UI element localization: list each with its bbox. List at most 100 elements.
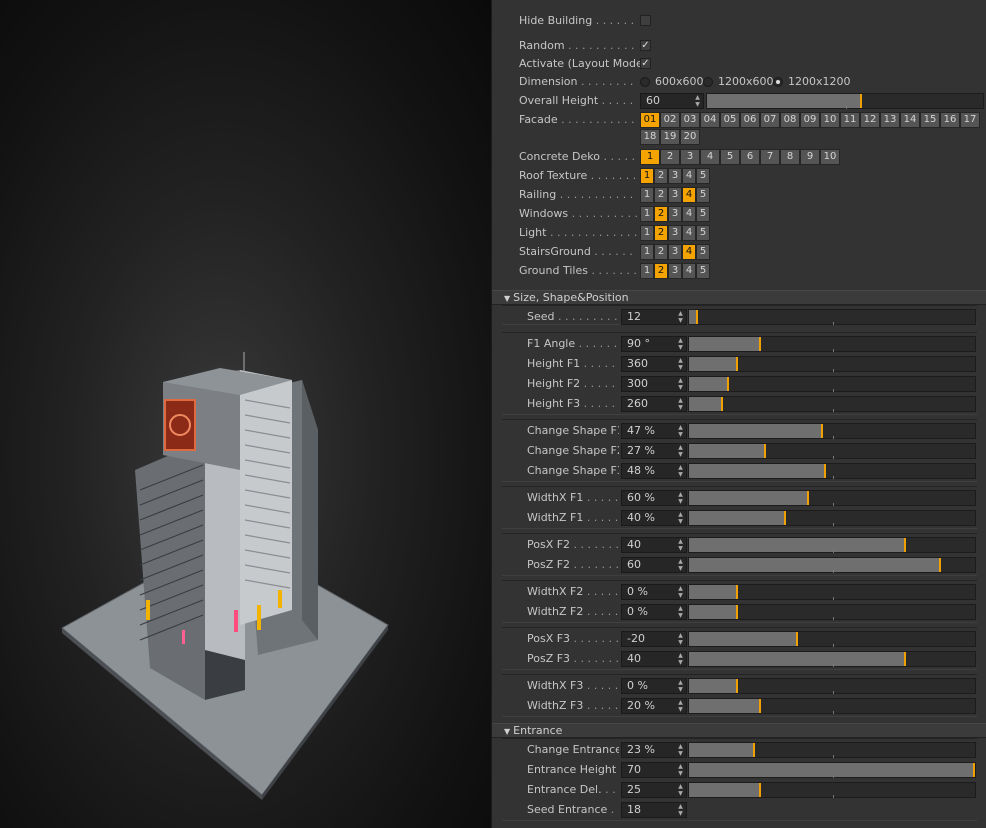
concrete-deko-option-6[interactable]: 6 — [740, 149, 760, 165]
ground-tiles-option-3[interactable]: 3 — [668, 263, 682, 279]
stairs-ground-option-2[interactable]: 2 — [654, 244, 668, 260]
f1-angle-slider-handle[interactable] — [758, 337, 761, 351]
stepper-arrows-icon[interactable]: ▲▼ — [677, 763, 684, 777]
facade-option-05[interactable]: 05 — [720, 112, 740, 128]
overall-height-input[interactable]: 60 ▲▼ — [640, 93, 704, 109]
facade-option-13[interactable]: 13 — [880, 112, 900, 128]
posz-f2-slider[interactable] — [688, 557, 976, 573]
facade-option-07[interactable]: 07 — [760, 112, 780, 128]
posz-f3-slider[interactable] — [688, 651, 976, 667]
stepper-arrows-icon[interactable]: ▲▼ — [677, 444, 684, 458]
dimension-radio-1200x1200[interactable] — [773, 77, 783, 87]
facade-option-10[interactable]: 10 — [820, 112, 840, 128]
change-entrance-slider-handle[interactable] — [752, 743, 755, 757]
height-f2-input[interactable]: 300 ▲▼ — [621, 376, 687, 392]
change-shape-f2-slider-handle[interactable] — [764, 444, 767, 458]
f1-angle-slider[interactable] — [688, 336, 976, 352]
stepper-arrows-icon[interactable]: ▲▼ — [677, 337, 684, 351]
facade-option-12[interactable]: 12 — [860, 112, 880, 128]
3d-viewport[interactable] — [0, 0, 491, 828]
dimension-radio-1200x600[interactable] — [703, 77, 713, 87]
widthz-f1-input[interactable]: 40 % ▲▼ — [621, 510, 687, 526]
posx-f3-input[interactable]: -20 ▲▼ — [621, 631, 687, 647]
change-shape-f3-slider-handle[interactable] — [824, 464, 827, 478]
facade-option-16[interactable]: 16 — [940, 112, 960, 128]
widthz-f2-slider[interactable] — [688, 604, 976, 620]
stepper-arrows-icon[interactable]: ▲▼ — [677, 652, 684, 666]
stepper-arrows-icon[interactable]: ▲▼ — [677, 699, 684, 713]
entrance-del-slider[interactable] — [688, 782, 976, 798]
railing-option-5[interactable]: 5 — [696, 187, 710, 203]
stairs-ground-option-4[interactable]: 4 — [682, 244, 696, 260]
stepper-arrows-icon[interactable]: ▲▼ — [677, 377, 684, 391]
ground-tiles-option-2[interactable]: 2 — [654, 263, 668, 279]
posx-f2-slider[interactable] — [688, 537, 976, 553]
stepper-arrows-icon[interactable]: ▲▼ — [677, 397, 684, 411]
railing-option-1[interactable]: 1 — [640, 187, 654, 203]
facade-option-01[interactable]: 01 — [640, 112, 660, 128]
roof-texture-option-3[interactable]: 3 — [668, 168, 682, 184]
stepper-arrows-icon[interactable]: ▲▼ — [677, 310, 684, 324]
ground-tiles-option-1[interactable]: 1 — [640, 263, 654, 279]
posz-f2-input[interactable]: 60 ▲▼ — [621, 557, 687, 573]
hide-building-checkbox[interactable] — [640, 15, 651, 26]
seed-slider-handle[interactable] — [695, 310, 698, 324]
facade-option-06[interactable]: 06 — [740, 112, 760, 128]
stepper-arrows-icon[interactable]: ▲▼ — [677, 538, 684, 552]
posz-f3-input[interactable]: 40 ▲▼ — [621, 651, 687, 667]
widthx-f2-slider[interactable] — [688, 584, 976, 600]
posz-f3-slider-handle[interactable] — [904, 652, 907, 666]
widthz-f2-slider-handle[interactable] — [735, 605, 738, 619]
stepper-arrows-icon[interactable]: ▲▼ — [677, 743, 684, 757]
widthx-f3-slider[interactable] — [688, 678, 976, 694]
concrete-deko-option-4[interactable]: 4 — [700, 149, 720, 165]
roof-texture-option-2[interactable]: 2 — [654, 168, 668, 184]
entrance-del-input[interactable]: 25 ▲▼ — [621, 782, 687, 798]
change-shape-f1-input[interactable]: 47 % ▲▼ — [621, 423, 687, 439]
roof-texture-option-5[interactable]: 5 — [696, 168, 710, 184]
stepper-arrows-icon[interactable]: ▲▼ — [677, 424, 684, 438]
widthz-f1-slider[interactable] — [688, 510, 976, 526]
concrete-deko-option-10[interactable]: 10 — [820, 149, 840, 165]
light-option-2[interactable]: 2 — [654, 225, 668, 241]
concrete-deko-option-7[interactable]: 7 — [760, 149, 780, 165]
facade-option-03[interactable]: 03 — [680, 112, 700, 128]
stepper-arrows-icon[interactable]: ▲▼ — [677, 357, 684, 371]
stepper-arrows-icon[interactable]: ▲▼ — [677, 558, 684, 572]
dimension-radio-600x600[interactable] — [640, 77, 650, 87]
widthx-f2-input[interactable]: 0 % ▲▼ — [621, 584, 687, 600]
roof-texture-option-1[interactable]: 1 — [640, 168, 654, 184]
posx-f2-input[interactable]: 40 ▲▼ — [621, 537, 687, 553]
entrance-height-slider-handle[interactable] — [973, 763, 975, 777]
roof-texture-option-4[interactable]: 4 — [682, 168, 696, 184]
light-option-3[interactable]: 3 — [668, 225, 682, 241]
windows-option-3[interactable]: 3 — [668, 206, 682, 222]
change-shape-f3-input[interactable]: 48 % ▲▼ — [621, 463, 687, 479]
posx-f3-slider[interactable] — [688, 631, 976, 647]
seed-slider[interactable] — [688, 309, 976, 325]
seed-input[interactable]: 12 ▲▼ — [621, 309, 687, 325]
random-checkbox[interactable]: ✓ — [640, 40, 651, 51]
concrete-deko-option-5[interactable]: 5 — [720, 149, 740, 165]
windows-option-5[interactable]: 5 — [696, 206, 710, 222]
height-f1-input[interactable]: 360 ▲▼ — [621, 356, 687, 372]
widthx-f2-slider-handle[interactable] — [735, 585, 738, 599]
posz-f2-slider-handle[interactable] — [938, 558, 941, 572]
stepper-arrows-icon[interactable]: ▲▼ — [677, 679, 684, 693]
windows-option-2[interactable]: 2 — [654, 206, 668, 222]
section-size-shape-position[interactable]: ▼ Size, Shape&Position — [492, 290, 986, 305]
facade-option-09[interactable]: 09 — [800, 112, 820, 128]
facade-option-17[interactable]: 17 — [960, 112, 980, 128]
change-shape-f1-slider-handle[interactable] — [821, 424, 824, 438]
widthx-f3-input[interactable]: 0 % ▲▼ — [621, 678, 687, 694]
stepper-arrows-icon[interactable]: ▲▼ — [677, 464, 684, 478]
concrete-deko-option-8[interactable]: 8 — [780, 149, 800, 165]
facade-option-14[interactable]: 14 — [900, 112, 920, 128]
stairs-ground-option-3[interactable]: 3 — [668, 244, 682, 260]
height-f2-slider[interactable] — [688, 376, 976, 392]
height-f1-slider[interactable] — [688, 356, 976, 372]
overall-height-slider[interactable] — [706, 93, 984, 109]
stepper-arrows-icon[interactable]: ▲▼ — [694, 94, 701, 108]
stepper-arrows-icon[interactable]: ▲▼ — [677, 605, 684, 619]
widthz-f3-slider[interactable] — [688, 698, 976, 714]
